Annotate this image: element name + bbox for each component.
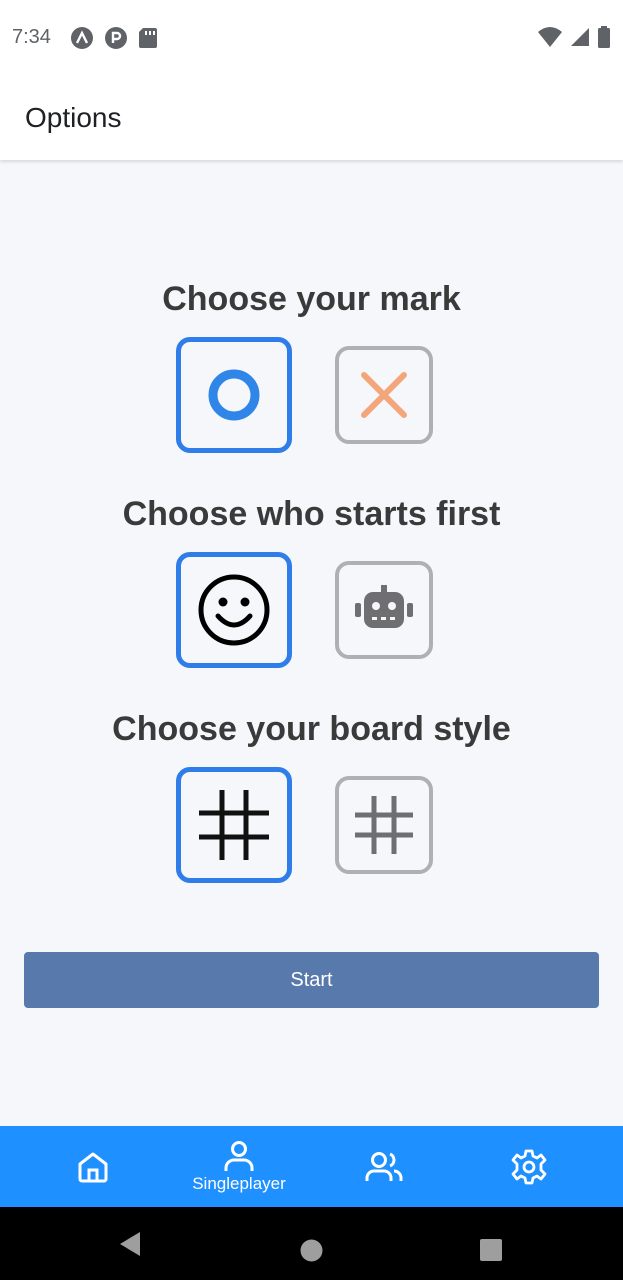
circle-mark-icon: [208, 369, 260, 421]
home-icon: [78, 1152, 108, 1182]
signal-icon: [571, 28, 589, 46]
people-icon: [365, 1151, 403, 1181]
mark-option-o[interactable]: [176, 337, 292, 453]
choose-mark-title: Choose your mark: [162, 280, 461, 318]
status-time: 7:34: [12, 26, 51, 48]
first-option-player[interactable]: [176, 552, 292, 668]
nav-home[interactable]: [33, 1126, 153, 1207]
nav-multiplayer[interactable]: [324, 1126, 444, 1207]
app-notification-icon: [71, 27, 93, 49]
gear-icon: [511, 1149, 547, 1184]
nav-settings[interactable]: [469, 1126, 589, 1207]
home-circle-icon[interactable]: [300, 1239, 323, 1262]
choose-board-title: Choose your board style: [112, 710, 511, 748]
smiley-face-icon: [198, 574, 270, 646]
grid-dark-icon: [199, 790, 269, 860]
app-notification-icon: [105, 27, 127, 49]
board-option-dark[interactable]: [176, 767, 292, 883]
wifi-icon: [538, 27, 562, 47]
system-nav-bar: [0, 1207, 623, 1280]
recents-square-icon[interactable]: [480, 1239, 502, 1261]
grid-light-icon: [355, 796, 413, 854]
bottom-nav: Singleplayer: [0, 1126, 623, 1207]
sd-card-icon: [139, 28, 157, 48]
board-option-light[interactable]: [335, 776, 433, 874]
mark-option-x[interactable]: [335, 346, 433, 444]
notification-icons: [70, 26, 158, 50]
back-icon[interactable]: [118, 1231, 142, 1257]
first-option-robot[interactable]: [335, 561, 433, 659]
person-icon: [224, 1140, 254, 1171]
x-mark-icon: [361, 372, 407, 418]
system-icons: [537, 26, 611, 48]
battery-icon: [598, 26, 610, 48]
nav-singleplayer[interactable]: Singleplayer: [179, 1126, 299, 1207]
app-bar: Options: [0, 76, 623, 160]
page-title: Options: [25, 102, 122, 133]
start-button[interactable]: Start: [24, 952, 599, 1008]
robot-icon: [355, 585, 413, 628]
status-bar: 7:34: [0, 0, 623, 76]
choose-first-title: Choose who starts first: [122, 495, 501, 533]
nav-singleplayer-label: Singleplayer: [192, 1173, 286, 1193]
